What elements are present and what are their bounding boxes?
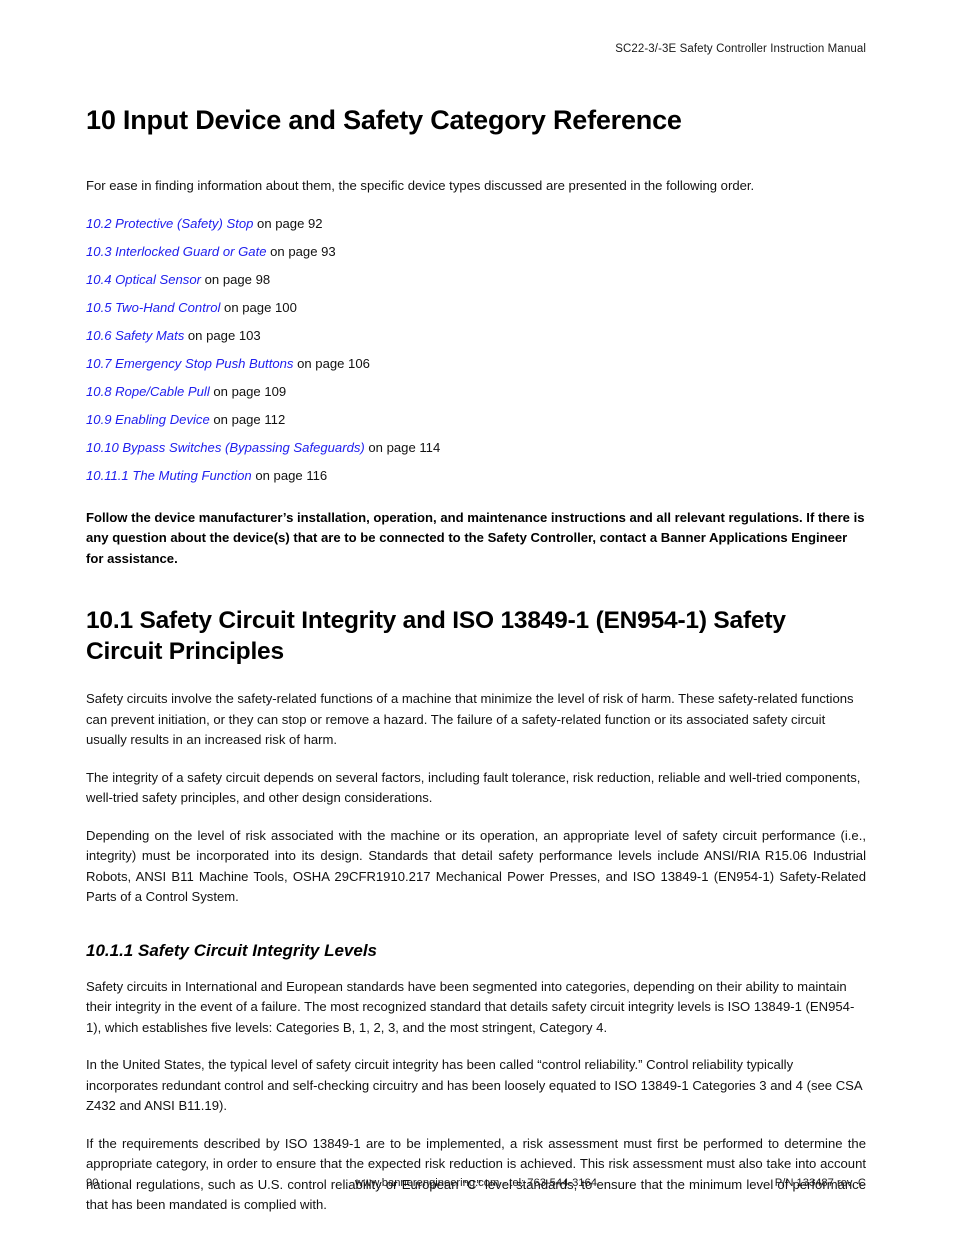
cross-reference-page: on page 109: [209, 383, 287, 399]
cross-reference-link[interactable]: 10.11.1 The Muting Function: [86, 468, 252, 483]
cross-reference-page: on page 92: [253, 215, 323, 231]
cross-reference-list: 10.2 Protective (Safety) Stop on page 92…: [86, 214, 866, 486]
page-content: 10 Input Device and Safety Category Refe…: [86, 104, 866, 1233]
cross-reference-page: on page 112: [209, 411, 286, 427]
section-10-1-1-paragraph-1: Safety circuits in International and Eur…: [86, 978, 855, 1035]
section-10-1-1-paragraph-2: In the United States, the typical level …: [86, 1057, 862, 1113]
cross-reference-page: on page 114: [364, 439, 441, 455]
section-10-1-paragraph-1: Safety circuits involve the safety-relat…: [86, 691, 854, 747]
section-10-1-paragraph-2: The integrity of a safety circuit depend…: [86, 769, 861, 806]
cross-reference-page: on page 106: [293, 355, 370, 371]
list-item: 10.3 Interlocked Guard or Gate on page 9…: [86, 242, 866, 262]
list-item: 10.11.1 The Muting Function on page 116: [86, 466, 866, 486]
cross-reference-link[interactable]: 10.4 Optical Sensor: [86, 272, 201, 287]
list-item: 10.6 Safety Mats on page 103: [86, 326, 866, 346]
section-title-10-1: 10.1 Safety Circuit Integrity and ISO 13…: [86, 607, 786, 665]
list-item: 10.7 Emergency Stop Push Buttons on page…: [86, 354, 866, 374]
cross-reference-page: on page 103: [184, 327, 261, 343]
cross-reference-link[interactable]: 10.6 Safety Mats: [86, 328, 184, 343]
running-header: SC22-3/-3E Safety Controller Instruction…: [615, 43, 866, 55]
document-page: SC22-3/-3E Safety Controller Instruction…: [0, 0, 954, 1235]
cross-reference-link[interactable]: 10.2 Protective (Safety) Stop: [86, 216, 253, 231]
cross-reference-link[interactable]: 10.3 Interlocked Guard or Gate: [86, 244, 267, 259]
section-10-1-paragraph-3: Depending on the level of risk associate…: [86, 827, 866, 905]
cross-reference-link[interactable]: 10.5 Two-Hand Control: [86, 300, 220, 315]
list-item: 10.2 Protective (Safety) Stop on page 92: [86, 214, 866, 234]
footer-contact-info: www.bannerengineering.com - tel: 763-544…: [355, 1177, 597, 1189]
chapter-intro-paragraph: For ease in finding information about th…: [86, 178, 755, 193]
list-item: 10.9 Enabling Device on page 112: [86, 410, 866, 430]
cross-reference-link[interactable]: 10.8 Rope/Cable Pull: [86, 384, 210, 399]
cross-reference-page: on page 93: [266, 243, 336, 259]
page-footer: 90 www.bannerengineering.com - tel: 763-…: [86, 1175, 866, 1191]
cross-reference-link[interactable]: 10.7 Emergency Stop Push Buttons: [86, 356, 293, 371]
manufacturer-instructions-notice: Follow the device manufacturer’s install…: [86, 509, 865, 566]
cross-reference-page: on page 98: [201, 271, 271, 287]
list-item: 10.8 Rope/Cable Pull on page 109: [86, 382, 866, 402]
list-item: 10.10 Bypass Switches (Bypassing Safegua…: [86, 438, 866, 458]
footer-part-number: P/N 133487 rev. C: [774, 1177, 866, 1189]
cross-reference-page: on page 100: [220, 299, 297, 315]
list-item: 10.5 Two-Hand Control on page 100: [86, 298, 866, 318]
cross-reference-link[interactable]: 10.10 Bypass Switches (Bypassing Safegua…: [86, 440, 365, 455]
chapter-title: 10 Input Device and Safety Category Refe…: [86, 105, 682, 135]
cross-reference-link[interactable]: 10.9 Enabling Device: [86, 412, 210, 427]
subsection-title-10-1-1: 10.1.1 Safety Circuit Integrity Levels: [86, 940, 378, 960]
cross-reference-page: on page 116: [251, 467, 328, 483]
list-item: 10.4 Optical Sensor on page 98: [86, 270, 866, 290]
